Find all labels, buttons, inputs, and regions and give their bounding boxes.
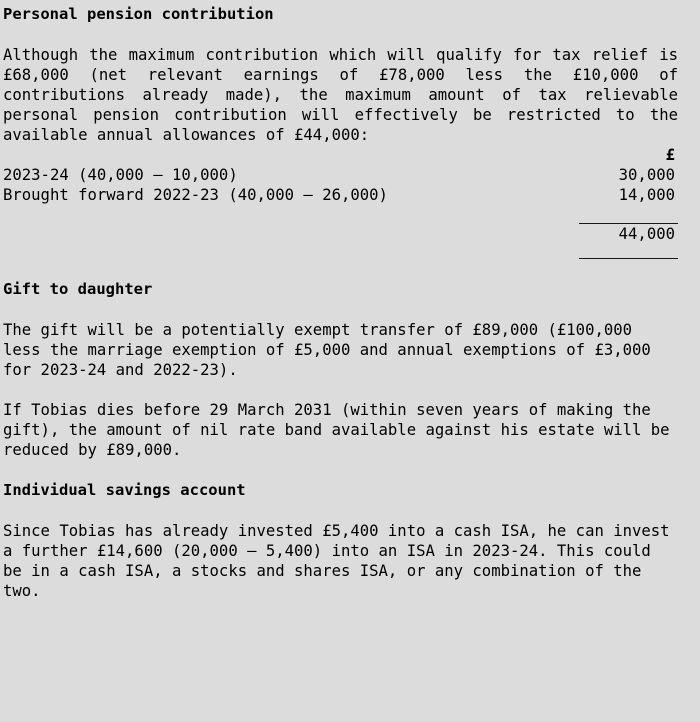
- section-heading-individual-savings-account: Individual savings account: [3, 480, 246, 499]
- spacer-cell: [3, 244, 579, 259]
- section-heading-personal-pension-contribution: Personal pension contribution: [3, 5, 274, 23]
- table-total-amount: 44,000: [579, 222, 678, 244]
- table-row-label: 2023-24 (40,000 – 10,000): [3, 166, 238, 184]
- table-rule-spacer-row: [3, 205, 678, 223]
- table-currency-symbol: £: [665, 146, 675, 164]
- table-row: Brought forward 2022-23 (40,000 – 26,000…: [3, 185, 678, 205]
- table-row: 2023-24 (40,000 – 10,000) 30,000: [3, 165, 678, 185]
- paragraph-pension-contribution: Although the maximum contribution which …: [3, 46, 678, 144]
- pension-allowance-table: £ 2023-24 (40,000 – 10,000) 30,000 Broug…: [3, 145, 678, 259]
- paragraph-isa-allowance: Since Tobias has already invested £5,400…: [3, 521, 670, 600]
- section-personal-pension-contribution: Personal pension contribution Although t…: [3, 4, 678, 259]
- table-closing-rule-row: [3, 243, 678, 259]
- section-gift-to-daughter: Gift to daughter The gift will be a pote…: [3, 279, 678, 460]
- table-row-amount: 30,000: [618, 166, 675, 184]
- section-heading-gift-to-daughter: Gift to daughter: [3, 279, 153, 298]
- paragraph-gift-seven-year-rule: If Tobias dies before 29 March 2031 (wit…: [3, 400, 670, 459]
- spacer-cell: [579, 205, 678, 223]
- table-row-label: Brought forward 2022-23 (40,000 – 26,000…: [3, 186, 388, 204]
- table-closing-rule: [579, 243, 678, 259]
- table-total-row: 44,000: [3, 222, 678, 244]
- document-body: Personal pension contribution Although t…: [0, 0, 700, 601]
- spacer-cell: [3, 205, 579, 223]
- table-total-label: [3, 223, 579, 244]
- paragraph-gift-pet-value: The gift will be a potentially exempt tr…: [3, 320, 651, 379]
- table-header-label-empty: [3, 145, 579, 165]
- table-row-amount: 14,000: [618, 186, 675, 204]
- table-currency-header-row: £: [3, 145, 678, 165]
- section-individual-savings-account: Individual savings account Since Tobias …: [3, 480, 678, 601]
- document-page: Personal pension contribution Although t…: [0, 0, 700, 722]
